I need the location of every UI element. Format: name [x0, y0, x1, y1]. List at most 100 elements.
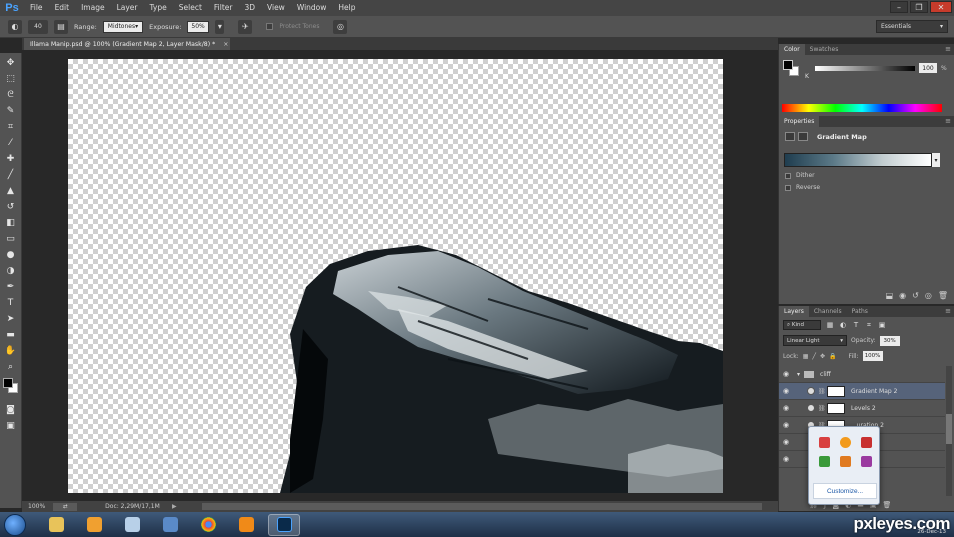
gradient-preview[interactable] — [784, 153, 932, 167]
dither-checkbox[interactable] — [785, 172, 791, 179]
tray-app-icon[interactable] — [861, 437, 872, 448]
adjustment-icon[interactable] — [785, 132, 795, 141]
kind-select[interactable]: ⌕ Kind — [783, 320, 821, 330]
trash-icon[interactable]: 🗑 — [883, 501, 892, 509]
menu-filter[interactable]: Filter — [208, 0, 239, 16]
workspace-select[interactable]: Essentials ▾ — [876, 20, 948, 33]
adjustment-filter-icon[interactable]: ◐ — [839, 321, 847, 329]
foreground-color-swatch[interactable] — [783, 60, 793, 70]
gradient-tool-icon[interactable]: ▭ — [4, 232, 18, 245]
visibility-icon[interactable]: ◎ — [925, 291, 932, 300]
menu-image[interactable]: Image — [75, 0, 111, 16]
lock-all-icon[interactable]: 🔒 — [829, 353, 836, 360]
eye-icon[interactable]: ◉ — [779, 455, 793, 463]
panel-menu-icon[interactable]: ≡ — [945, 307, 951, 315]
dodge-tool-icon[interactable]: ◐ — [8, 19, 22, 34]
eye-icon[interactable]: ◉ — [779, 438, 793, 446]
tab-paths[interactable]: Paths — [847, 306, 873, 317]
path-select-tool-icon[interactable]: ➤ — [4, 312, 18, 325]
menu-3d[interactable]: 3D — [238, 0, 261, 16]
zoom-level[interactable]: 100% — [28, 503, 45, 510]
status-menu-arrow-icon[interactable]: ▶ — [172, 503, 177, 510]
menu-window[interactable]: Window — [291, 0, 333, 16]
zoom-tool-icon[interactable]: ⌕ — [4, 360, 18, 373]
history-brush-icon[interactable]: ↺ — [4, 200, 18, 213]
menu-edit[interactable]: Edit — [49, 0, 76, 16]
tray-app-icon[interactable] — [819, 437, 830, 448]
move-tool-icon[interactable]: ✥ — [4, 56, 18, 69]
layer-group-cliff[interactable]: ◉ ▾ cliff — [779, 366, 945, 383]
tab-properties[interactable]: Properties — [779, 116, 820, 127]
lock-position-icon[interactable]: ✥ — [820, 353, 825, 360]
stamp-tool-icon[interactable]: ▲ — [4, 184, 18, 197]
screen-mode-icon[interactable]: ▣ — [4, 419, 18, 432]
type-filter-icon[interactable]: T — [852, 321, 860, 329]
reverse-checkbox[interactable] — [785, 184, 791, 191]
close-tab-icon[interactable]: × — [223, 41, 228, 48]
view-previous-icon[interactable]: ◉ — [899, 291, 906, 300]
eye-icon[interactable]: ◉ — [779, 387, 793, 395]
layers-scroll-thumb[interactable] — [946, 414, 952, 444]
eye-icon[interactable]: ◉ — [779, 370, 793, 378]
menu-type[interactable]: Type — [144, 0, 173, 16]
tab-swatches[interactable]: Swatches — [805, 44, 844, 55]
trash-icon[interactable]: 🗑 — [938, 291, 948, 300]
layer-mask-thumbnail[interactable] — [827, 402, 845, 414]
start-button[interactable] — [4, 513, 26, 536]
color-fg-bg[interactable] — [783, 60, 799, 76]
protect-tones-checkbox[interactable] — [266, 23, 274, 30]
blur-tool-icon[interactable]: ● — [4, 248, 18, 261]
marquee-tool-icon[interactable]: ⬚ — [4, 72, 18, 85]
color-spectrum[interactable] — [782, 104, 942, 112]
lock-pixels-icon[interactable]: ╱ — [812, 353, 816, 360]
exposure-input[interactable]: 50% — [187, 20, 210, 33]
taskbar-notepad[interactable] — [116, 514, 148, 536]
eraser-tool-icon[interactable]: ◧ — [4, 216, 18, 229]
zoom-indicator-icon[interactable]: ⇄ — [53, 502, 78, 511]
close-button[interactable]: ✕ — [930, 1, 952, 13]
k-slider[interactable] — [815, 66, 915, 71]
link-icon[interactable]: ⛓ — [818, 388, 826, 395]
lasso-tool-icon[interactable]: ᘓ — [4, 88, 18, 101]
gradient-dropdown-icon[interactable]: ▾ — [932, 153, 940, 167]
k-value-input[interactable]: 100 — [919, 63, 937, 73]
dodge-tool-icon[interactable]: ◑ — [4, 264, 18, 277]
taskbar-photoshop[interactable] — [268, 513, 300, 536]
link-icon[interactable]: ⛓ — [818, 405, 826, 412]
menu-select[interactable]: Select — [173, 0, 208, 16]
doc-size[interactable]: Doc: 2,29M/17,1M — [105, 503, 160, 510]
menu-file[interactable]: File — [24, 0, 49, 16]
document-tab[interactable]: Illama Manip.psd @ 100% (Gradient Map 2,… — [24, 38, 230, 50]
clip-icon[interactable]: ⬓ — [886, 291, 894, 300]
panel-menu-icon[interactable]: ≡ — [945, 117, 951, 125]
healing-tool-icon[interactable]: ✚ — [4, 152, 18, 165]
shape-tool-icon[interactable]: ▬ — [4, 328, 18, 341]
eyedropper-tool-icon[interactable]: ⁄ — [4, 136, 18, 149]
lock-transparent-icon[interactable]: ▦ — [803, 353, 809, 360]
layer-mask-thumbnail[interactable] — [827, 385, 845, 397]
layer-gradient-map-2[interactable]: ◉ ⛓ Gradient Map 2 — [779, 383, 945, 400]
horizontal-scrollbar[interactable] — [202, 503, 762, 510]
brush-tool-icon[interactable]: ╱ — [4, 168, 18, 181]
eye-icon[interactable]: ◉ — [779, 421, 793, 429]
menu-help[interactable]: Help — [332, 0, 361, 16]
quick-mask-icon[interactable]: ◙ — [4, 403, 18, 416]
tray-app-icon[interactable] — [840, 456, 851, 467]
pen-tool-icon[interactable]: ✒ — [4, 280, 18, 293]
taskbar-vlc[interactable] — [230, 514, 262, 536]
document-canvas[interactable] — [68, 59, 723, 493]
taskbar-network[interactable] — [154, 514, 186, 536]
taskbar-media-player[interactable] — [78, 514, 110, 536]
hand-tool-icon[interactable]: ✋ — [4, 344, 18, 357]
minimize-button[interactable]: – — [890, 1, 908, 13]
panel-menu-icon[interactable]: ≡ — [945, 45, 951, 53]
tab-channels[interactable]: Channels — [809, 306, 847, 317]
menu-layer[interactable]: Layer — [111, 0, 144, 16]
airbrush-icon[interactable]: ✈ — [238, 19, 253, 34]
tray-app-icon[interactable] — [840, 437, 851, 448]
shape-filter-icon[interactable]: ⌗ — [865, 321, 873, 329]
taskbar-explorer[interactable] — [40, 514, 72, 536]
brush-preset-icon[interactable]: 40 — [28, 19, 48, 34]
pressure-icon[interactable]: ◎ — [333, 19, 348, 34]
opacity-input[interactable]: 30% — [879, 335, 900, 346]
